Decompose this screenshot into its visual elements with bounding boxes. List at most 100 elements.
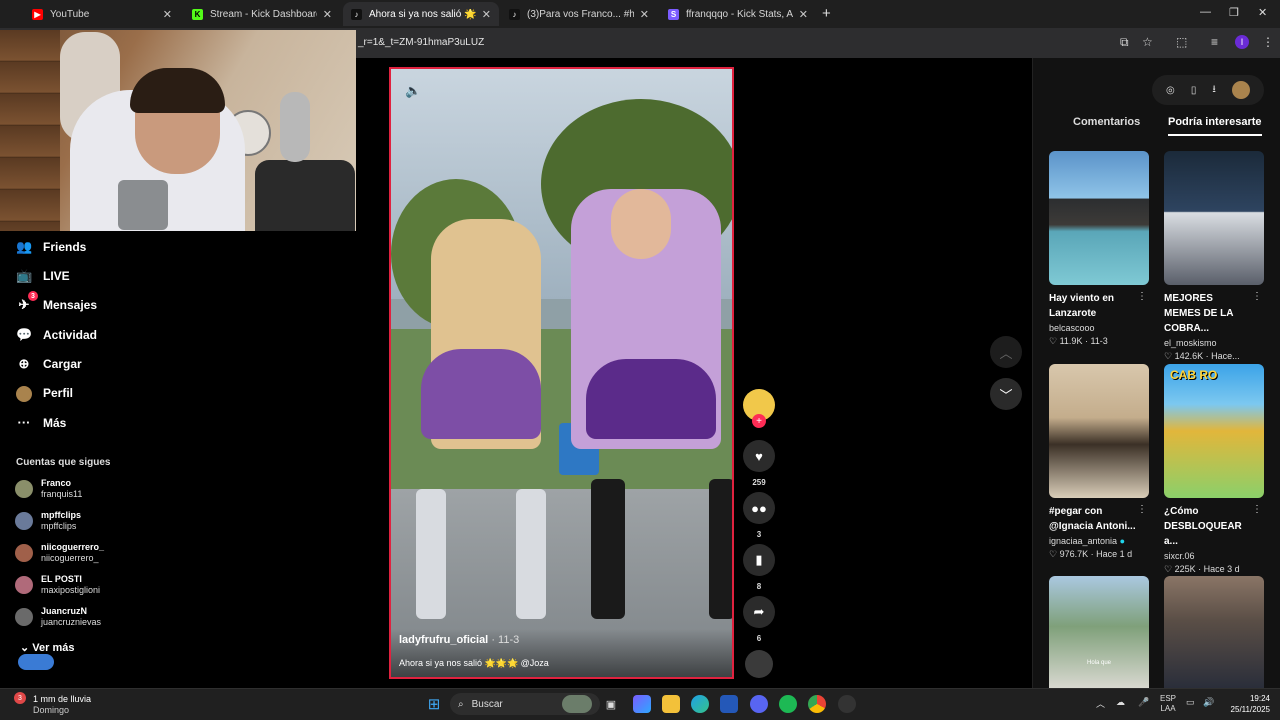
restore-icon[interactable]: ❐ bbox=[1229, 6, 1239, 19]
more-options-icon[interactable]: ⋮ bbox=[1252, 291, 1262, 302]
bookmark-icon[interactable]: ▮ bbox=[743, 544, 775, 576]
window-close-icon[interactable]: ✕ bbox=[1258, 6, 1267, 19]
heart-icon: ♡ bbox=[1049, 336, 1058, 346]
weather-widget[interactable]: 1 mm de lluvia Domingo bbox=[33, 694, 91, 716]
user-avatar[interactable] bbox=[1231, 81, 1250, 99]
language-indicator[interactable]: ESP LAA bbox=[1160, 694, 1176, 714]
bookmark-star-icon[interactable]: ☆ bbox=[1142, 35, 1153, 49]
tab-comments[interactable]: Comentarios bbox=[1073, 116, 1140, 128]
heart-icon[interactable]: ♥ bbox=[743, 440, 775, 472]
mic-icon[interactable]: 🎤 bbox=[1138, 697, 1149, 708]
avatar bbox=[15, 512, 33, 530]
card-title: ¿Cómo DESBLOQUEAR a... bbox=[1164, 506, 1242, 547]
recommended-card[interactable]: ⋮ MEJORES MEMES DE LA COBRA... el_moskis… bbox=[1164, 151, 1264, 362]
tab-kick-dashboard[interactable]: K Stream - Kick Dashboard ✕ bbox=[184, 2, 340, 26]
more-options-icon[interactable]: ⋮ bbox=[1137, 504, 1147, 515]
more-options-icon[interactable]: ⋮ bbox=[1137, 291, 1147, 302]
sidebar-item-activity[interactable]: 💬 Actividad bbox=[16, 327, 97, 343]
recommended-card[interactable]: CAB RO ⋮ ¿Cómo DESBLOQUEAR a... sixcr.06… bbox=[1164, 364, 1264, 575]
follow-plus-icon[interactable]: + bbox=[752, 414, 766, 428]
cloud-icon[interactable]: ☁ bbox=[1116, 697, 1125, 708]
music-disc-icon[interactable] bbox=[745, 650, 773, 678]
tab-kick-stats[interactable]: S ffranqqqo - Kick Stats, Analytic ✕ bbox=[660, 2, 816, 26]
share-icon[interactable]: ➦ bbox=[743, 596, 775, 628]
address-bar-url[interactable]: _r=1&_t=ZM-91hmaP3uLUZ bbox=[358, 37, 484, 48]
download-icon[interactable]: ⭳ bbox=[1212, 82, 1216, 99]
share-action[interactable]: ➦ 6 bbox=[743, 596, 775, 643]
discord-icon[interactable] bbox=[750, 695, 768, 713]
close-icon[interactable]: ✕ bbox=[323, 8, 332, 21]
recommended-card[interactable] bbox=[1164, 576, 1264, 688]
task-view-icon[interactable]: ▣ bbox=[602, 695, 620, 713]
following-item[interactable]: EL POSTI maxipostiglioni bbox=[15, 574, 100, 596]
sidebar-item-messages[interactable]: ✈ 3 Mensajes bbox=[16, 291, 97, 313]
profile-avatar-icon[interactable]: I bbox=[1235, 35, 1249, 49]
menu-kebab-icon[interactable]: ⋮ bbox=[1262, 35, 1274, 49]
video-player[interactable]: 🔈 ladyfrufru_oficial · 11-3 Ahora si ya … bbox=[389, 67, 734, 679]
volume-icon[interactable]: 🔈 bbox=[405, 83, 421, 99]
comment-action[interactable]: ●● 3 bbox=[743, 492, 775, 539]
sidebar-item-upload[interactable]: ⊕ Cargar bbox=[16, 356, 82, 372]
shelf-image bbox=[0, 30, 60, 231]
store-icon[interactable] bbox=[720, 695, 738, 713]
save-action[interactable]: ▮ 8 bbox=[743, 544, 775, 591]
system-clock[interactable]: 19:24 25/11/2025 bbox=[1224, 693, 1270, 715]
compass-icon[interactable]: ◎ bbox=[1166, 85, 1175, 96]
tab-tiktok-video[interactable]: ♪ Ahora si ya nos salió 🌟🌟🌟 ✕ bbox=[343, 2, 499, 26]
following-item[interactable]: mpffclips mpffclips bbox=[15, 510, 81, 532]
clock-date: 25/11/2025 bbox=[1230, 705, 1270, 714]
close-icon[interactable]: ✕ bbox=[163, 8, 172, 21]
more-options-icon[interactable]: ⋮ bbox=[1252, 504, 1262, 515]
extension-widget-icon[interactable] bbox=[18, 654, 54, 670]
recommended-card[interactable]: ⋮ Hay viento en Lanzarote belcascooo ♡ 1… bbox=[1049, 151, 1149, 347]
extensions-icon[interactable]: ⬚ bbox=[1176, 35, 1187, 49]
language-code: ESP bbox=[1160, 694, 1177, 703]
thermos-image bbox=[118, 180, 168, 230]
network-icon[interactable]: ▭ bbox=[1186, 697, 1195, 708]
following-item[interactable]: niicoguerrero_ niicoguerrero_ bbox=[15, 542, 104, 564]
app-icon[interactable] bbox=[838, 695, 856, 713]
phone-icon[interactable]: ▯ bbox=[1191, 85, 1197, 96]
recommended-card[interactable]: Hola que bbox=[1049, 576, 1149, 688]
copilot-icon[interactable] bbox=[633, 695, 651, 713]
clock-time: 19:24 bbox=[1249, 694, 1270, 703]
tab-youtube[interactable]: ▶ YouTube ✕ bbox=[24, 2, 180, 26]
like-action[interactable]: ♥ 259 bbox=[743, 440, 775, 487]
following-item[interactable]: Franco franquis11 bbox=[15, 478, 82, 500]
following-item[interactable]: JuancruzN juancruznievas bbox=[15, 606, 101, 628]
tab-tiktok-humor[interactable]: ♪ (3)Para vos Franco... #humor #g ✕ bbox=[501, 2, 657, 26]
screen: { "browser": { "tabs": [ {"label": "YouT… bbox=[0, 0, 1280, 720]
recommended-card[interactable]: ⋮ #pegar con @Ignacia Antoni... ignaciaa… bbox=[1049, 364, 1149, 560]
file-explorer-icon[interactable] bbox=[662, 695, 680, 713]
spotify-icon[interactable] bbox=[779, 695, 797, 713]
sidebar-item-friends[interactable]: 👥 Friends bbox=[16, 239, 86, 255]
comment-icon[interactable]: ●● bbox=[743, 492, 775, 524]
close-icon[interactable]: ✕ bbox=[799, 8, 808, 21]
next-video-button[interactable]: ﹀ bbox=[990, 378, 1022, 410]
tray-overflow-icon[interactable]: ︿ bbox=[1096, 697, 1105, 710]
video-author[interactable]: ladyfrufru_oficial · 11-3 bbox=[399, 634, 519, 646]
youtube-icon: ▶ bbox=[32, 8, 43, 20]
sidebar-item-label: Cargar bbox=[43, 357, 82, 371]
chrome-icon[interactable] bbox=[808, 695, 826, 713]
new-tab-button[interactable]: + bbox=[822, 5, 831, 22]
card-author: el_moskismo bbox=[1164, 338, 1217, 348]
cast-icon[interactable]: ⧉ bbox=[1120, 35, 1129, 50]
minimize-icon[interactable]: — bbox=[1200, 6, 1211, 18]
video-progress-bar[interactable] bbox=[391, 677, 734, 679]
card-stats: ♡ 225K · Hace 3 d bbox=[1164, 564, 1240, 574]
close-icon[interactable]: ✕ bbox=[640, 8, 649, 21]
windows-start-icon[interactable]: ⊞ bbox=[425, 695, 443, 713]
close-icon[interactable]: ✕ bbox=[482, 8, 491, 21]
see-more-button[interactable]: ⌄ Ver más bbox=[20, 641, 74, 654]
avatar bbox=[15, 608, 33, 626]
sidebar-item-more[interactable]: ··· Más bbox=[16, 415, 67, 430]
media-icon[interactable]: ≡ bbox=[1211, 35, 1218, 49]
previous-video-button[interactable]: ︿ bbox=[990, 336, 1022, 368]
speaker-icon[interactable]: 🔊 bbox=[1203, 697, 1214, 708]
sidebar-item-profile[interactable]: Perfil bbox=[16, 385, 73, 402]
edge-icon[interactable] bbox=[691, 695, 709, 713]
tab-recommended[interactable]: Podría interesarte bbox=[1168, 116, 1262, 136]
weather-day: Domingo bbox=[33, 705, 70, 715]
sidebar-item-live[interactable]: 📺 LIVE bbox=[16, 268, 70, 284]
